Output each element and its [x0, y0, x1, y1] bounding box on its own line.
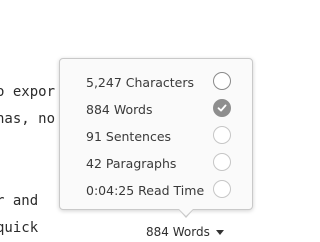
stat-label: 91 Sentences: [86, 129, 172, 144]
checkmark-icon: [217, 104, 227, 112]
stat-option-characters[interactable]: 5,247 Characters: [60, 69, 252, 96]
popover-arrow-fill: [178, 208, 194, 216]
radio-unchecked-icon[interactable]: [213, 153, 231, 171]
radio-checked-icon[interactable]: [213, 99, 231, 117]
radio-unchecked-icon[interactable]: [213, 180, 231, 198]
word-count-dropdown[interactable]: 884 Words: [146, 225, 224, 242]
editor-line: has, no: [0, 111, 56, 127]
stat-label: 884 Words: [86, 102, 153, 117]
editor-line: quick: [0, 220, 39, 236]
radio-unchecked-icon[interactable]: [213, 72, 231, 90]
editor-line: o expor: [0, 84, 56, 100]
stat-option-sentences[interactable]: 91 Sentences: [60, 123, 252, 150]
radio-unchecked-icon[interactable]: [213, 126, 231, 144]
caret-down-icon: [215, 230, 224, 235]
stat-option-words[interactable]: 884 Words: [60, 96, 252, 123]
stat-option-read-time[interactable]: 0:04:25 Read Time: [60, 177, 252, 204]
stat-option-paragraphs[interactable]: 42 Paragraphs: [60, 150, 252, 177]
editor-line: r and: [0, 193, 39, 209]
word-count-label: 884 Words: [146, 225, 210, 239]
stat-label: 5,247 Characters: [86, 75, 194, 90]
stat-label: 0:04:25 Read Time: [86, 183, 205, 198]
stat-label: 42 Paragraphs: [86, 156, 177, 171]
document-stats-popover: 5,247 Characters 884 Words 91 Sentences …: [59, 58, 253, 218]
